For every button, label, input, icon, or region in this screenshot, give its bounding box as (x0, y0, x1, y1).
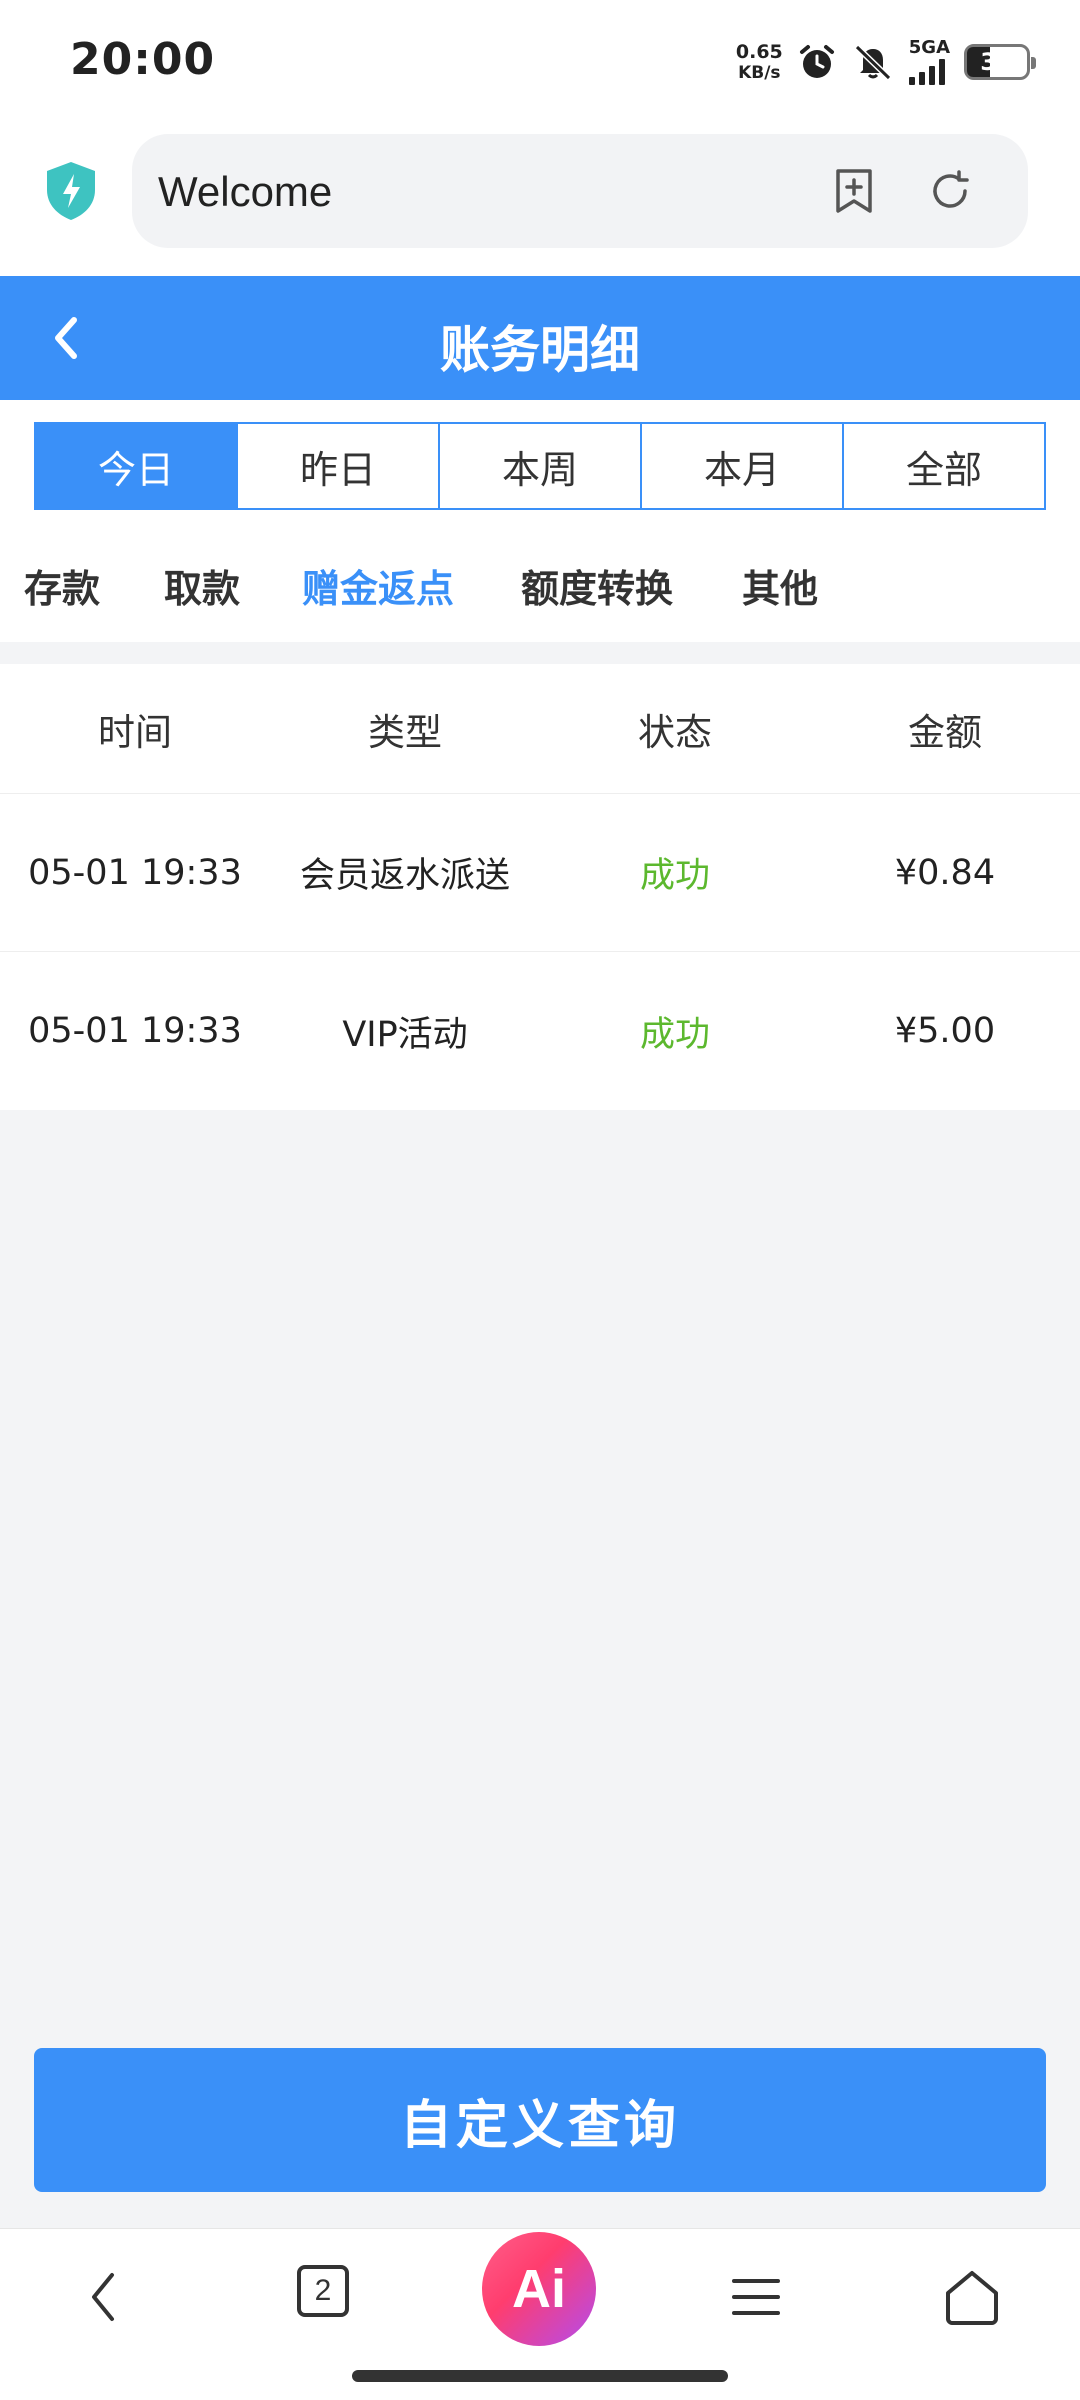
tab-today[interactable]: 今日 (36, 424, 238, 508)
cell-type: VIP活动 (342, 1014, 468, 1055)
cell-status: 成功 (639, 1014, 710, 1055)
home-icon[interactable] (940, 2265, 1004, 2329)
status-bar: 20:00 0.65 KB/s 5GA 39 (0, 0, 1080, 126)
network-speed-unit: KB/s (738, 62, 781, 83)
browser-toolbar: Welcome (0, 126, 1080, 276)
battery-level: 39 (980, 48, 1014, 76)
menu-icon[interactable] (724, 2265, 788, 2329)
custom-query-button[interactable]: 自定义查询 (34, 2048, 1046, 2192)
mute-icon (854, 44, 891, 81)
tabs-count-button[interactable]: 2 (297, 2265, 349, 2317)
security-shield-icon[interactable] (44, 160, 98, 222)
tab-yesterday[interactable]: 昨日 (238, 424, 440, 508)
cell-type: 会员返水派送 (299, 856, 510, 896)
home-indicator[interactable] (352, 2370, 728, 2382)
address-text[interactable]: Welcome (158, 168, 332, 216)
period-tabs: 今日 昨日 本周 本月 全部 (34, 422, 1046, 510)
cell-time: 05-01 19:33 (28, 852, 242, 893)
battery-icon: 39 (964, 44, 1036, 80)
page-header: 账务明细 (0, 276, 1080, 400)
page-title: 账务明细 (440, 321, 640, 379)
nav-back-icon[interactable] (74, 2265, 138, 2329)
column-header-time: 时间 (98, 710, 172, 754)
status-time: 20:00 (70, 34, 216, 85)
table-row: 05-01 19:33 VIP活动 成功 ¥5.00 (0, 952, 1080, 1110)
tab-this-week[interactable]: 本周 (440, 424, 642, 508)
network-speed: 0.65 KB/s (735, 40, 783, 83)
alarm-icon (799, 45, 834, 78)
status-icons: 0.65 KB/s 5GA 39 (735, 34, 1036, 90)
add-bookmark-icon[interactable] (830, 167, 878, 215)
tab-all[interactable]: 全部 (844, 424, 1044, 508)
tab-withdrawal[interactable]: 取款 (164, 558, 240, 613)
tab-bonus-rebate[interactable]: 赠金返点 (302, 558, 454, 613)
tab-other[interactable]: 其他 (742, 558, 818, 613)
category-tabs: 存款 取款 赠金返点 额度转换 其他 (0, 514, 1080, 642)
ai-assistant-button[interactable]: Ai (482, 2232, 596, 2346)
cell-time: 05-01 19:33 (28, 1011, 242, 1051)
network-type-label: 5GA (908, 37, 950, 58)
cellular-signal-icon: 5GA (908, 37, 950, 85)
tab-this-month[interactable]: 本月 (642, 424, 844, 508)
table-header: 时间 类型 状态 金额 (0, 664, 1080, 794)
cell-amount: ¥5.00 (894, 1011, 996, 1051)
table-row: 05-01 19:33 会员返水派送 成功 ¥0.84 (0, 794, 1080, 952)
period-filter: 今日 昨日 本周 本月 全部 (0, 400, 1080, 514)
column-header-amount: 金额 (908, 710, 982, 754)
address-bar[interactable]: Welcome (132, 134, 1028, 248)
tab-deposit[interactable]: 存款 (24, 558, 100, 613)
transactions-table: 时间 类型 状态 金额 05-01 19:33 会员返水派送 成功 ¥0.84 … (0, 664, 1080, 1110)
cell-status: 成功 (639, 856, 710, 896)
tab-credit-transfer[interactable]: 额度转换 (521, 558, 673, 613)
refresh-icon[interactable] (926, 167, 974, 215)
column-header-type: 类型 (368, 710, 442, 754)
column-header-status: 状态 (638, 710, 712, 754)
cell-amount: ¥0.84 (894, 852, 996, 893)
network-speed-value: 0.65 (735, 40, 783, 63)
